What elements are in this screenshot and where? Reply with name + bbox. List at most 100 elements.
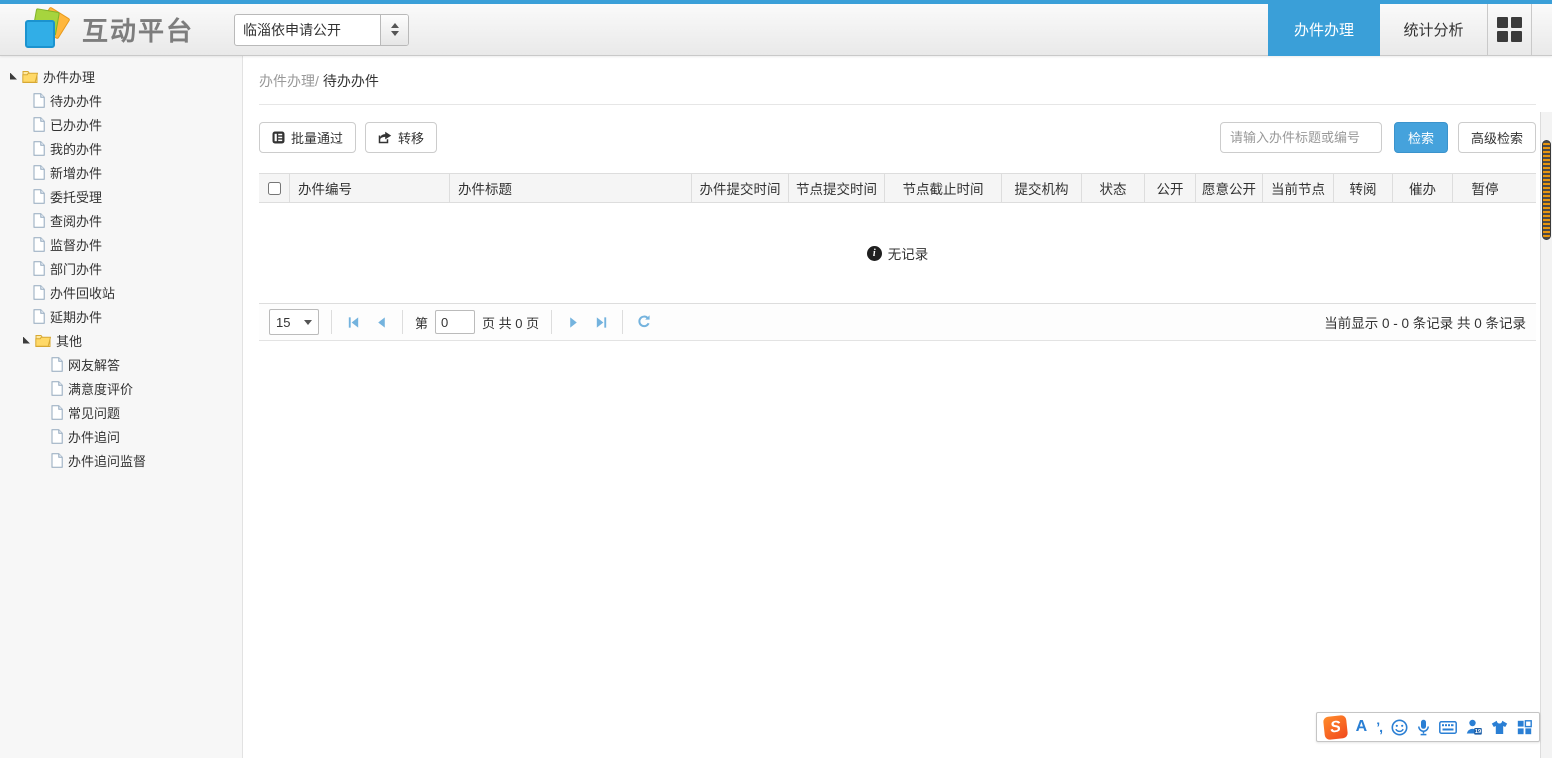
ime-microphone-icon[interactable] [1417,719,1430,736]
first-page-button[interactable] [344,313,362,331]
grid-2x2-icon [1497,17,1522,42]
search-area: 检索 高级检索 [1220,122,1536,153]
tree-item-delayed-cases[interactable]: 延期办件 [10,304,242,328]
tree-item-label: 办件回收站 [50,283,115,302]
action-toolbar: 批量通过 转移 检索 高级检索 [259,122,1536,153]
sidebar-tree: 办件办理 待办办件 已办办件 我的办件 新增办件 委托受理 [0,56,243,758]
column-current-node[interactable]: 当前节点 [1262,174,1333,202]
column-node-submit-time[interactable]: 节点提交时间 [788,174,884,202]
document-icon [33,213,45,228]
folder-open-icon [22,69,38,83]
header-spacer [1532,4,1552,56]
column-urge[interactable]: 催办 [1392,174,1452,202]
document-icon [33,189,45,204]
column-case-number[interactable]: 办件编号 [289,174,449,202]
expanded-triangle-icon[interactable] [10,73,17,80]
document-icon [51,453,63,468]
last-page-icon [594,315,609,330]
column-submit-org[interactable]: 提交机构 [1001,174,1081,202]
last-page-button[interactable] [592,313,610,331]
tree-item-department-cases[interactable]: 部门办件 [10,256,242,280]
select-all-cell [259,174,289,202]
tree-folder-other[interactable]: 其他 [10,328,242,352]
journal-icon [272,131,285,144]
sogou-logo-icon[interactable]: S [1323,714,1348,739]
tree-item-supervise-cases[interactable]: 监督办件 [10,232,242,256]
share-arrow-icon [378,131,392,144]
tree-item-recycle-bin[interactable]: 办件回收站 [10,280,242,304]
refresh-icon [636,314,652,330]
pager-divider [622,310,623,334]
column-node-deadline[interactable]: 节点截止时间 [884,174,1001,202]
vertical-scrollbar[interactable] [1540,112,1552,758]
column-public[interactable]: 公开 [1144,174,1195,202]
ime-account-icon[interactable]: 19 [1466,719,1482,735]
tree-item-view-cases[interactable]: 查阅办件 [10,208,242,232]
document-icon [51,357,63,372]
breadcrumb-section: 办件办理/ [259,73,319,89]
transfer-button[interactable]: 转移 [365,122,437,153]
advanced-search-button[interactable]: 高级检索 [1458,122,1536,153]
tree-item-pending-cases[interactable]: 待办办件 [10,88,242,112]
select-all-checkbox[interactable] [268,182,281,195]
tree-item-case-followup-supervision[interactable]: 办件追问监督 [10,448,242,472]
document-icon [33,117,45,132]
down-arrow-icon [391,31,399,36]
ime-emoji-icon[interactable] [1391,719,1408,736]
transfer-label: 转移 [398,128,424,147]
next-page-button[interactable] [564,313,582,331]
ime-skin-shirt-icon[interactable] [1491,720,1508,735]
tab-statistics[interactable]: 统计分析 [1380,4,1488,56]
page-size-select[interactable]: 15 [269,309,319,335]
tree-item-completed-cases[interactable]: 已办办件 [10,112,242,136]
expanded-triangle-icon[interactable] [23,337,30,344]
breadcrumb-page: 待办办件 [323,73,379,89]
tree-item-label: 部门办件 [50,259,102,278]
tree-item-my-cases[interactable]: 我的办件 [10,136,242,160]
tree-item-label: 待办办件 [50,91,102,110]
prev-page-icon [374,315,389,330]
ime-keyboard-icon[interactable] [1439,721,1457,734]
column-status[interactable]: 状态 [1081,174,1144,202]
column-pause[interactable]: 暂停 [1452,174,1517,202]
document-icon [51,405,63,420]
tree-item-label: 延期办件 [50,307,102,326]
search-button[interactable]: 检索 [1394,122,1448,153]
tree-item-label: 常见问题 [68,403,120,422]
tree-folder-case-handling[interactable]: 办件办理 [10,64,242,88]
batch-approve-button[interactable]: 批量通过 [259,122,356,153]
search-input[interactable] [1220,122,1382,153]
apps-grid-button[interactable] [1488,4,1532,56]
scrollbar-thumb[interactable] [1542,140,1551,240]
page-number-input[interactable] [435,310,475,334]
page-suffix: 页 共 0 页 [482,313,539,332]
prev-page-button[interactable] [372,313,390,331]
tree-item-label: 新增办件 [50,163,102,182]
column-submit-time[interactable]: 办件提交时间 [691,174,788,202]
tree-item-faq[interactable]: 常见问题 [10,400,242,424]
tree-item-label: 查阅办件 [50,211,102,230]
ime-punctuation-icon[interactable]: ’, [1376,719,1382,735]
document-icon [51,381,63,396]
combo-stepper-icon[interactable] [380,15,408,45]
main-content: 办件办理/待办办件 批量通过 转移 检索 [243,56,1552,758]
tree-folder-label: 办件办理 [43,67,95,86]
ime-toolbox-grid-icon[interactable] [1517,720,1532,735]
tree-item-new-case[interactable]: 新增办件 [10,160,242,184]
tree-item-netizen-answers[interactable]: 网友解答 [10,352,242,376]
column-forward-read[interactable]: 转阅 [1333,174,1392,202]
empty-text: 无记录 [888,243,929,263]
column-willing-public[interactable]: 愿意公开 [1195,174,1262,202]
ime-toolbar: S A ’, 19 [1316,712,1540,742]
document-icon [33,237,45,252]
site-selector-value: 临淄依申请公开 [235,15,380,45]
tree-item-case-followup[interactable]: 办件追问 [10,424,242,448]
refresh-button[interactable] [635,313,653,331]
ime-letter-mode-icon[interactable]: A [1356,718,1368,736]
tab-case-handling[interactable]: 办件办理 [1268,4,1380,56]
site-selector[interactable]: 临淄依申请公开 [234,14,409,46]
header-tabs: 办件办理 统计分析 [1268,4,1552,56]
tree-item-satisfaction-rating[interactable]: 满意度评价 [10,376,242,400]
tree-item-entrusted-acceptance[interactable]: 委托受理 [10,184,242,208]
column-case-title[interactable]: 办件标题 [449,174,691,202]
